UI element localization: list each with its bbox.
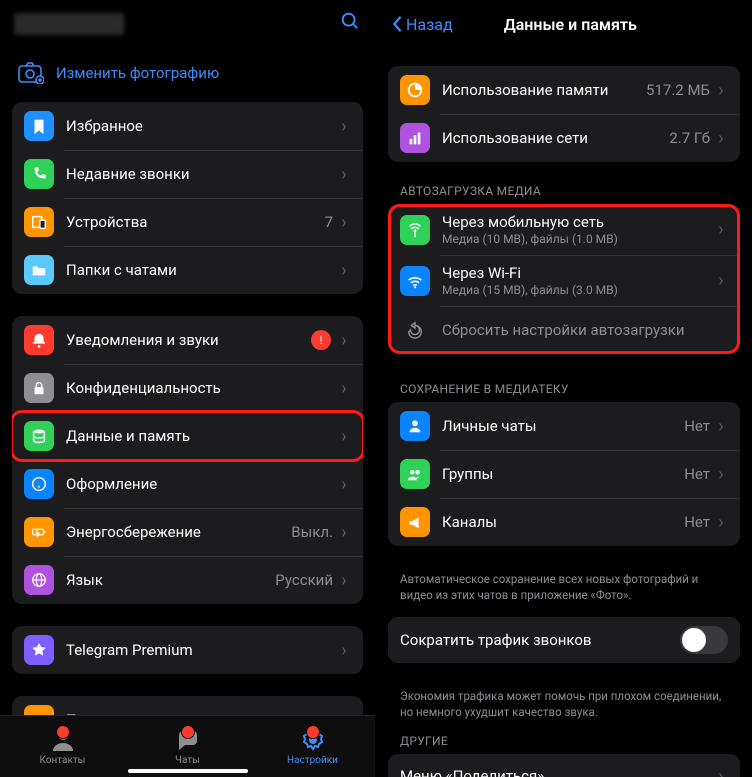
- chevron-right-icon: ›: [714, 464, 728, 485]
- settings-row-data[interactable]: Данные и память›: [12, 412, 363, 460]
- contacts-icon: [50, 727, 76, 753]
- bookmark-icon: [24, 111, 54, 141]
- home-indicator: [128, 769, 248, 773]
- chevron-right-icon: ›: [714, 766, 728, 777]
- reduce-traffic-toggle[interactable]: [680, 626, 728, 654]
- folder-icon: [24, 255, 54, 285]
- devices-icon: [24, 207, 54, 237]
- globe-icon: [24, 565, 54, 595]
- row-label: Telegram Premium: [66, 641, 337, 659]
- chat-icon: [24, 705, 54, 715]
- autoload-row-reset[interactable]: Сбросить настройки автозагрузки: [388, 306, 740, 354]
- chats-icon: [175, 727, 201, 753]
- star-icon: [24, 635, 54, 665]
- autoload-row-wifi[interactable]: Через Wi-FiМедиа (15 MB), файлы (3.0 MB)…: [388, 255, 740, 306]
- back-button[interactable]: Назад: [390, 15, 453, 34]
- save-row-person[interactable]: Личные чатыНет›: [388, 402, 740, 450]
- reduce-traffic-row[interactable]: Сократить трафик звонков: [388, 617, 740, 663]
- row-value: Русский: [275, 571, 333, 589]
- chevron-right-icon: ›: [337, 378, 351, 399]
- chevron-right-icon: ›: [337, 640, 351, 661]
- alert-badge: !: [311, 330, 331, 350]
- chevron-right-icon: ›: [337, 116, 351, 137]
- settings-row-bell[interactable]: Уведомления и звуки! ›: [12, 316, 363, 364]
- chevron-right-icon: ›: [714, 512, 728, 533]
- usage-row-storage[interactable]: Использование памяти517.2 МБ›: [388, 66, 740, 114]
- chevron-right-icon: ›: [714, 416, 728, 437]
- horn-icon: [400, 507, 430, 537]
- tab-settings[interactable]: Настройки: [250, 716, 375, 777]
- chevron-right-icon: ›: [714, 270, 728, 291]
- data-icon: [24, 421, 54, 451]
- row-label: Недавние звонки: [66, 165, 337, 183]
- search-icon[interactable]: [339, 10, 361, 38]
- other-row-0[interactable]: Меню «Поделиться»›: [388, 754, 740, 777]
- lock-icon: [24, 373, 54, 403]
- row-label: Оформление: [66, 475, 337, 493]
- save-note: Автоматическое сохранение всех новых фот…: [376, 568, 752, 617]
- settings-row-phone[interactable]: Недавние звонки›: [12, 150, 363, 198]
- tab-chats[interactable]: Чаты: [125, 716, 250, 777]
- settings-icon: [300, 727, 326, 753]
- save-row-horn[interactable]: КаналыНет›: [388, 498, 740, 546]
- bell-icon: [24, 325, 54, 355]
- row-label: Папки с чатами: [66, 261, 337, 279]
- battery-icon: [24, 517, 54, 547]
- storage-icon: [400, 75, 430, 105]
- row-value: Выкл.: [291, 523, 333, 541]
- tab-bar: Контакты Чаты Настройки: [0, 715, 375, 777]
- person-icon: [400, 411, 430, 441]
- settings-row-brush[interactable]: Оформление›: [12, 460, 363, 508]
- save-row-people[interactable]: ГруппыНет›: [388, 450, 740, 498]
- chevron-right-icon: ›: [714, 80, 728, 101]
- chevron-right-icon: ›: [337, 260, 351, 281]
- row-label: Данные и память: [66, 427, 337, 445]
- usage-row-chart[interactable]: Использование сети2.7 Гб›: [388, 114, 740, 162]
- chevron-right-icon: ›: [714, 219, 728, 240]
- row-label: Избранное: [66, 117, 337, 135]
- autoload-group: Через мобильную сетьМедиа (10 MB), файлы…: [388, 204, 740, 354]
- antenna-icon: [400, 215, 430, 245]
- chevron-right-icon: ›: [337, 330, 351, 351]
- settings-row-globe[interactable]: ЯзыкРусский›: [12, 556, 363, 604]
- row-label: Энергосбережение: [66, 523, 291, 541]
- row-label: Конфиденциальность: [66, 379, 337, 397]
- tab-contacts[interactable]: Контакты: [0, 716, 125, 777]
- phone-icon: [24, 159, 54, 189]
- row-value: 7: [325, 213, 333, 231]
- reduce-note: Экономия трафика может помочь при плохом…: [376, 685, 752, 734]
- settings-row-devices[interactable]: Устройства7›: [12, 198, 363, 246]
- settings-row-star[interactable]: Telegram Premium›: [12, 626, 363, 674]
- settings-row-bookmark[interactable]: Избранное›: [12, 102, 363, 150]
- settings-row-battery[interactable]: ЭнергосбережениеВыкл.›: [12, 508, 363, 556]
- settings-row-chat[interactable]: Помощь›: [12, 696, 363, 715]
- row-label: Уведомления и звуки: [66, 331, 311, 349]
- chevron-right-icon: ›: [337, 164, 351, 185]
- chevron-right-icon: ›: [337, 474, 351, 495]
- camera-icon: [18, 62, 44, 84]
- people-icon: [400, 459, 430, 489]
- chevron-right-icon: ›: [714, 128, 728, 149]
- other-header: ДРУГИЕ: [376, 734, 752, 754]
- brush-icon: [24, 469, 54, 499]
- chevron-right-icon: ›: [337, 426, 351, 447]
- row-label: Язык: [66, 571, 275, 589]
- chevron-right-icon: ›: [337, 570, 351, 591]
- page-title: Данные и память: [453, 15, 688, 34]
- wifi-icon: [400, 266, 430, 296]
- chart-icon: [400, 123, 430, 153]
- chevron-right-icon: ›: [337, 522, 351, 543]
- chevron-right-icon: ›: [337, 212, 351, 233]
- autoload-row-antenna[interactable]: Через мобильную сетьМедиа (10 MB), файлы…: [388, 204, 740, 255]
- autoload-header: АВТОЗАГРУЗКА МЕДИА: [376, 184, 752, 204]
- settings-row-lock[interactable]: Конфиденциальность›: [12, 364, 363, 412]
- settings-row-folder[interactable]: Папки с чатами›: [12, 246, 363, 294]
- change-photo-label: Изменить фотографию: [56, 64, 219, 82]
- row-label: Устройства: [66, 213, 325, 231]
- save-header: СОХРАНЕНИЕ В МЕДИАТЕКУ: [376, 382, 752, 402]
- reset-icon: [400, 315, 430, 345]
- change-photo-row[interactable]: Изменить фотографию: [0, 48, 375, 102]
- profile-name-blur: [14, 13, 124, 35]
